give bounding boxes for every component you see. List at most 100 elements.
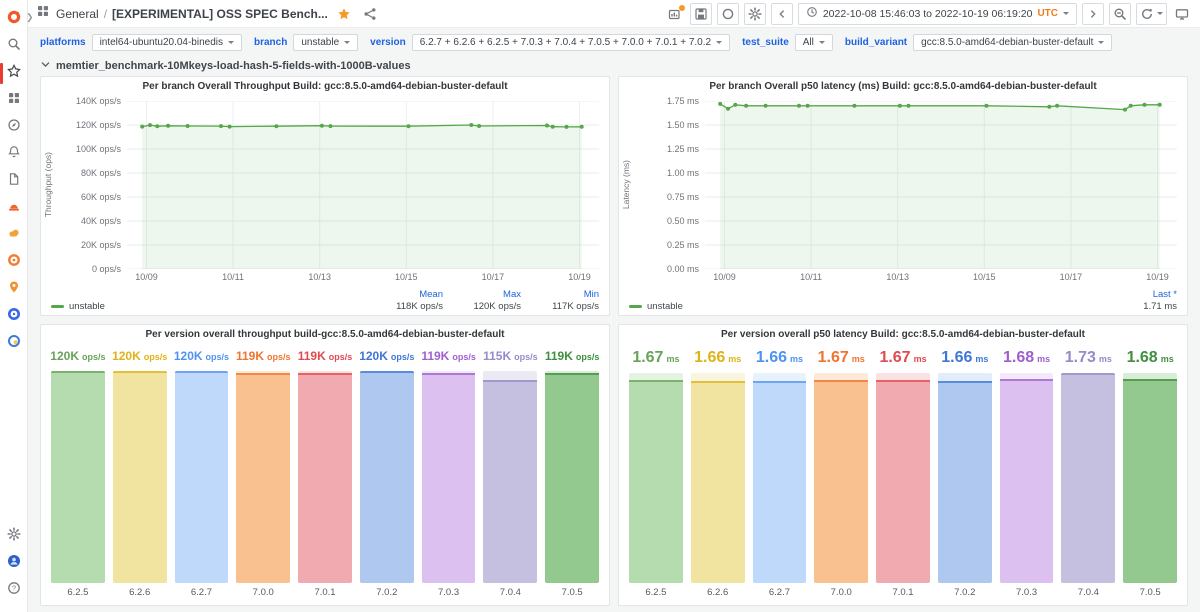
bar-track[interactable] bbox=[1061, 373, 1115, 583]
bar-track[interactable] bbox=[1000, 373, 1054, 583]
x-tick-label: 10/19 bbox=[558, 272, 602, 282]
bar-track[interactable] bbox=[113, 371, 167, 583]
bar-value-number: 119K bbox=[545, 349, 573, 363]
bar-value-label: 1.67ms bbox=[632, 349, 679, 373]
bar-column-6.2.7: 1.66ms6.2.7 bbox=[753, 349, 807, 600]
bar-track[interactable] bbox=[1123, 373, 1177, 583]
breadcrumb-folder[interactable]: General bbox=[56, 7, 99, 21]
bar-track[interactable] bbox=[938, 373, 992, 583]
star-button[interactable] bbox=[334, 3, 354, 25]
filter-label[interactable]: test_suite bbox=[742, 37, 789, 48]
bar-track[interactable] bbox=[814, 373, 868, 583]
legend-stat-value: 120K ops/s bbox=[443, 301, 521, 312]
bar-track[interactable] bbox=[51, 371, 105, 583]
view-mode-button[interactable] bbox=[1172, 3, 1192, 25]
grafana-logo-icon bbox=[7, 10, 21, 29]
panel-title[interactable]: Per version overall throughput build-gcc… bbox=[41, 325, 609, 345]
bar-column-7.0.1: 1.67ms7.0.1 bbox=[876, 349, 930, 600]
sidebar-expand-button[interactable]: ❯ bbox=[26, 12, 36, 22]
bar-value-number: 119K bbox=[298, 349, 326, 363]
dashboard-row-header[interactable]: memtier_benchmark-10Mkeys-load-hash-5-fi… bbox=[28, 56, 1200, 76]
time-series-plot[interactable] bbox=[705, 101, 1177, 269]
x-tick-label: 10/17 bbox=[471, 272, 515, 282]
panel-title[interactable]: Per branch Overall Throughput Build: gcc… bbox=[41, 77, 609, 97]
dashboard-settings-button[interactable] bbox=[744, 3, 766, 25]
sidebar-item-plugin-globe[interactable] bbox=[0, 330, 28, 357]
save-dashboard-button[interactable] bbox=[690, 3, 712, 25]
sidebar-item-alerting[interactable] bbox=[0, 141, 28, 168]
bar-track[interactable] bbox=[360, 371, 414, 583]
filter-value-dropdown[interactable]: unstable bbox=[293, 34, 358, 51]
sidebar-item-settings[interactable] bbox=[0, 523, 28, 550]
filter-branch: branch unstable bbox=[254, 34, 358, 51]
filter-value-dropdown[interactable]: All bbox=[795, 34, 833, 51]
row-title: memtier_benchmark-10Mkeys-load-hash-5-fi… bbox=[56, 60, 411, 72]
sidebar-item-plugin-pin[interactable] bbox=[0, 276, 28, 303]
y-axis-title: Throughput (ops) bbox=[43, 152, 53, 217]
bar-track[interactable] bbox=[629, 373, 683, 583]
legend-stat-header[interactable]: Mean bbox=[365, 289, 443, 300]
filter-label[interactable]: branch bbox=[254, 37, 287, 48]
sidebar-item-plugin-cloud[interactable] bbox=[0, 222, 28, 249]
sidebar-item-document[interactable] bbox=[0, 168, 28, 195]
filter-label[interactable]: platforms bbox=[40, 37, 86, 48]
series-color-dash-icon bbox=[629, 305, 642, 308]
add-panel-button[interactable] bbox=[665, 3, 685, 25]
bar-track[interactable] bbox=[298, 371, 352, 583]
refresh-button[interactable] bbox=[1136, 3, 1167, 25]
filter-value-dropdown[interactable]: 6.2.7 + 6.2.6 + 6.2.5 + 7.0.3 + 7.0.4 + … bbox=[412, 34, 730, 51]
bar-value-unit: ms bbox=[852, 354, 865, 364]
time-range-picker[interactable]: 2022-10-08 15:46:03 to 2022-10-19 06:19:… bbox=[798, 3, 1077, 25]
legend-stat-header[interactable]: Last * bbox=[1099, 289, 1177, 300]
x-tick-label: 10/19 bbox=[1136, 272, 1180, 282]
sidebar-item-dashboards[interactable] bbox=[0, 87, 28, 114]
filter-value-dropdown[interactable]: intel64-ubuntu20.04-binedis bbox=[92, 34, 242, 51]
bar-value-label: 119Kops/s bbox=[545, 349, 600, 371]
chevron-down-icon bbox=[819, 41, 825, 47]
bar-track[interactable] bbox=[691, 373, 745, 583]
sidebar-item-plugin-siren[interactable] bbox=[0, 195, 28, 222]
bar-column-6.2.5: 1.67ms6.2.5 bbox=[629, 349, 683, 600]
bar-category-label: 7.0.2 bbox=[954, 587, 975, 600]
sidebar-item-plugin-sun[interactable] bbox=[0, 249, 28, 276]
sidebar-item-plugin-target[interactable] bbox=[0, 303, 28, 330]
bar-track[interactable] bbox=[483, 371, 537, 583]
legend-series[interactable]: unstable bbox=[629, 301, 683, 312]
panel-title[interactable]: Per version overall p50 latency Build: g… bbox=[619, 325, 1187, 345]
filter-value-dropdown[interactable]: gcc:8.5.0-amd64-debian-buster-default bbox=[913, 34, 1112, 51]
bar-track[interactable] bbox=[753, 373, 807, 583]
bar-track[interactable] bbox=[545, 371, 599, 583]
dashboards-grid-icon bbox=[36, 4, 50, 23]
bar-track[interactable] bbox=[876, 373, 930, 583]
refresh-interval-chevron-icon bbox=[1157, 12, 1163, 18]
breadcrumb-dashboard-title[interactable]: [EXPERIMENTAL] OSS SPEC Bench... bbox=[112, 7, 328, 21]
time-shift-forward-button[interactable] bbox=[1082, 3, 1104, 25]
bar-value-unit: ops/s bbox=[206, 352, 230, 362]
sidebar-item-avatar[interactable] bbox=[0, 550, 28, 577]
cycle-view-button[interactable] bbox=[717, 3, 739, 25]
filter-label[interactable]: version bbox=[370, 37, 406, 48]
bar-value-unit: ms bbox=[790, 354, 803, 364]
bar-value-number: 1.67 bbox=[879, 349, 910, 367]
sidebar-item-help[interactable]: ? bbox=[0, 577, 28, 604]
bar-track[interactable] bbox=[175, 371, 229, 583]
sidebar-item-starred[interactable] bbox=[0, 60, 28, 87]
bar-category-label: 7.0.4 bbox=[1078, 587, 1099, 600]
bar-track[interactable] bbox=[422, 371, 476, 583]
bar-column-6.2.5: 120Kops/s6.2.5 bbox=[51, 349, 105, 600]
filter-label[interactable]: build_variant bbox=[845, 37, 907, 48]
legend-stat-header[interactable]: Max bbox=[443, 289, 521, 300]
x-tick-label: 10/17 bbox=[1049, 272, 1093, 282]
share-button[interactable] bbox=[360, 3, 380, 25]
sidebar-item-search[interactable] bbox=[0, 33, 28, 60]
time-series-plot[interactable] bbox=[127, 101, 599, 269]
legend-stat-header[interactable]: Min bbox=[521, 289, 599, 300]
bar-track[interactable] bbox=[236, 371, 290, 583]
legend-series[interactable]: unstable bbox=[51, 301, 105, 312]
zoom-out-time-button[interactable] bbox=[1109, 3, 1131, 25]
panel-title[interactable]: Per branch Overall p50 latency (ms) Buil… bbox=[619, 77, 1187, 97]
sidebar-item-grafana-logo[interactable] bbox=[0, 6, 28, 33]
time-shift-back-button[interactable] bbox=[771, 3, 793, 25]
chevron-down-icon bbox=[1063, 12, 1069, 18]
sidebar-item-explore[interactable] bbox=[0, 114, 28, 141]
